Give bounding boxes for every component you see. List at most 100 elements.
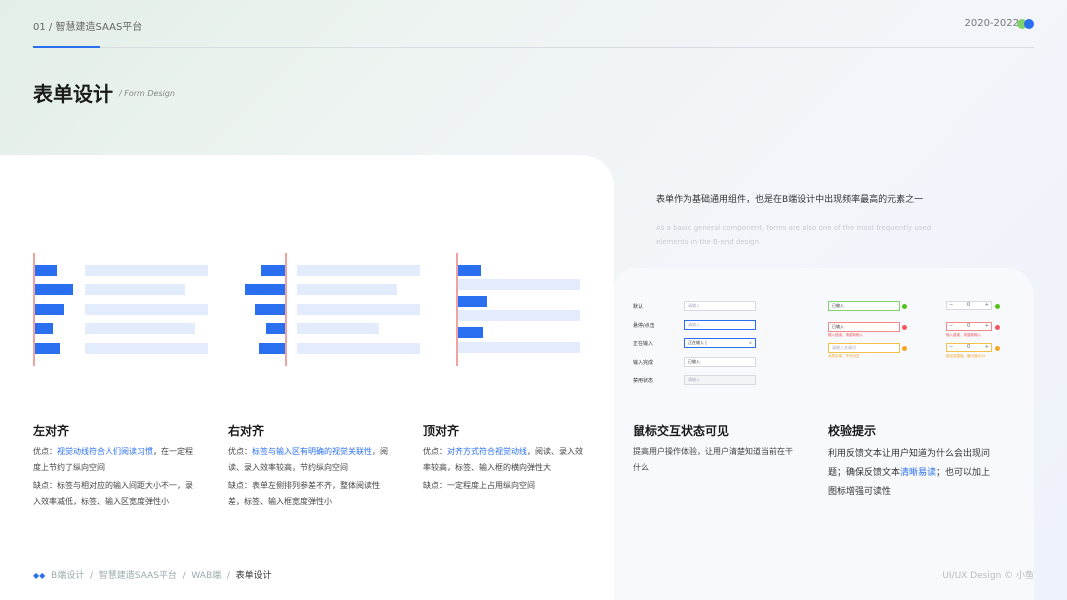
input-bar	[297, 284, 397, 295]
stepper-warning-message: 超出范围值，最大值为10	[946, 354, 986, 358]
header-divider-accent	[33, 46, 100, 48]
minus-icon[interactable]: −	[949, 302, 953, 308]
pros-prefix: 优点：	[228, 447, 252, 456]
disabled-input: 请输入	[684, 375, 756, 385]
footer-crumb-item[interactable]: 智慧建造SAAS平台	[99, 571, 177, 581]
error-input[interactable]: 已输入	[828, 322, 900, 332]
clear-icon[interactable]: ⊗	[749, 340, 752, 345]
section-title-interaction: 鼠标交互状态可见	[633, 424, 730, 438]
label-block	[35, 284, 73, 295]
success-input[interactable]: 已输入	[828, 301, 900, 311]
state-label: 输入完成	[633, 360, 654, 366]
input-bar	[458, 342, 580, 353]
error-message: 输入错误，请重新输入	[828, 333, 863, 337]
input-bar	[297, 304, 420, 315]
section-cons-right-align: 缺点：表单左侧排列参差不齐，整体阅读性差，标签、输入框宽度弹性小	[228, 481, 380, 506]
footer-copyright: UI/UX Design © 小鱼	[942, 571, 1034, 581]
section-title-right-align: 右对齐	[228, 424, 265, 438]
footer-breadcrumb: ◆◆ B端设计 / 智慧建造SAAS平台 / WAB端 / 表单设计	[33, 571, 272, 581]
plus-icon[interactable]: +	[985, 302, 989, 308]
stepper-value: 0	[967, 344, 971, 350]
diamond-icon: ◆◆	[33, 571, 46, 580]
label-block	[255, 304, 285, 315]
label-block	[458, 296, 487, 307]
page-title: 表单设计	[33, 82, 113, 106]
stepper-value: 0	[967, 323, 971, 329]
section-pros-top-align: 优点：对齐方式符合视觉动线，阅读、录入效率较高，标签、输入框的横向弹性大	[423, 444, 588, 476]
intro-text: 表单作为基础通用组件，也是在B端设计中出现频率最高的元素之一	[656, 195, 924, 205]
error-icon	[995, 325, 1000, 330]
stepper-warning[interactable]: − 0 +	[946, 343, 992, 352]
page-subtitle: / Form Design	[119, 89, 175, 98]
section-cons-left-align: 缺点：标签与相对应的输入间距大小不一，录入效率减低，标签、输入区宽度弹性小	[33, 481, 193, 506]
stepper-value: 0	[967, 302, 971, 308]
pros-prefix: 优点：	[423, 447, 447, 456]
pros-highlight: 标签与输入区有明确的视觉关联性	[252, 447, 372, 456]
input-bar	[297, 323, 379, 334]
section-title-top-align: 顶对齐	[423, 424, 460, 438]
warning-icon	[995, 346, 1000, 351]
blue-dot-icon	[1024, 19, 1034, 29]
minus-icon[interactable]: −	[949, 323, 953, 329]
section-pros-right-align: 优点：标签与输入区有明确的视觉关联性，阅读、录入效率较高，节约纵向空间	[228, 444, 393, 476]
state-label: 悬停/点击	[633, 323, 655, 329]
warning-input[interactable]: 请输入关键词	[828, 343, 900, 353]
input-bar	[458, 310, 580, 321]
typing-input[interactable]: 正在输入 | ⊗	[684, 338, 756, 348]
footer-crumb-item[interactable]: B端设计	[51, 571, 84, 581]
footer-crumb-item[interactable]: WAB端	[191, 571, 221, 581]
default-input[interactable]: 请输入	[684, 301, 756, 311]
state-label: 默认	[633, 304, 644, 310]
label-block	[35, 265, 57, 276]
section-text-interaction: 提高用户操作体验，让用户清楚知道当前在干什么	[633, 447, 793, 472]
typing-input-text: 正在输入 |	[688, 340, 707, 345]
success-icon	[995, 304, 1000, 309]
state-label: 禁用状态	[633, 378, 654, 384]
validation-text-highlight: 清晰易读	[900, 468, 937, 478]
intro-text-en: As a basic general component, forms are …	[656, 224, 932, 246]
label-block	[266, 323, 285, 334]
success-icon	[902, 304, 907, 309]
pros-prefix: 优点：	[33, 447, 57, 456]
section-text-validation: 利用反馈文本让用户知道为什么会出现问题；确保反馈文本清晰易读；也可以加上图标增强…	[828, 445, 998, 502]
plus-icon[interactable]: +	[985, 344, 989, 350]
label-block	[245, 284, 285, 295]
warning-message: 此项必填，不可为空	[828, 354, 860, 358]
section-title-validation: 校验提示	[828, 424, 877, 438]
input-bar	[85, 265, 208, 276]
label-block	[35, 323, 53, 334]
label-block	[259, 343, 285, 354]
header-divider	[33, 47, 1034, 48]
input-bar	[85, 304, 208, 315]
warning-icon	[902, 346, 907, 351]
section-cons-top-align: 缺点：一定程度上占用纵向空间	[423, 481, 535, 490]
input-bar	[297, 265, 420, 276]
label-block	[458, 265, 481, 276]
stepper-success[interactable]: − 0 +	[946, 301, 992, 310]
stepper-error[interactable]: − 0 +	[946, 322, 992, 331]
error-icon	[902, 325, 907, 330]
header-date: 2020-2022	[964, 18, 1019, 29]
logo-dots	[1017, 19, 1035, 29]
input-bar	[85, 323, 195, 334]
input-bar	[85, 343, 208, 354]
label-block	[261, 265, 285, 276]
input-bar	[297, 343, 420, 354]
guide-line	[285, 253, 287, 366]
left-card	[0, 155, 614, 600]
pros-highlight: 视觉动线符合人们阅读习惯	[57, 447, 153, 456]
footer-crumb-current: 表单设计	[235, 571, 272, 581]
label-block	[35, 304, 64, 315]
pros-highlight: 对齐方式符合视觉动线	[447, 447, 527, 456]
hover-input[interactable]: 请输入	[684, 320, 756, 330]
filled-input[interactable]: 已输入	[684, 357, 756, 367]
input-bar	[458, 279, 580, 290]
state-label: 正在输入	[633, 341, 654, 347]
header-breadcrumb: 01 / 智慧建造SAAS平台	[33, 22, 143, 33]
label-block	[458, 327, 483, 338]
section-title-left-align: 左对齐	[33, 424, 70, 438]
minus-icon[interactable]: −	[949, 344, 953, 350]
section-pros-left-align: 优点：视觉动线符合人们阅读习惯，在一定程度上节约了纵向空间	[33, 444, 198, 476]
input-bar	[85, 284, 185, 295]
plus-icon[interactable]: +	[985, 323, 989, 329]
